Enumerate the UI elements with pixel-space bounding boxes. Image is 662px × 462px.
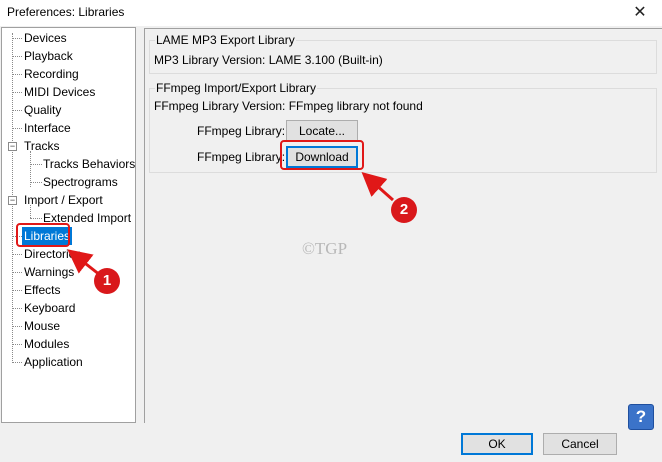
tree-line — [12, 92, 22, 93]
tree-line — [12, 272, 22, 273]
lame-group-title: LAME MP3 Export Library — [155, 33, 296, 47]
collapse-icon[interactable]: − — [8, 142, 17, 151]
tree-line — [12, 344, 22, 345]
tree-line — [12, 326, 22, 327]
ffmpeg-version-text: FFmpeg Library Version: FFmpeg library n… — [154, 99, 423, 113]
close-icon[interactable]: ✕ — [630, 2, 650, 22]
tree-item-keyboard[interactable]: Keyboard — [22, 299, 77, 317]
tree-item-quality[interactable]: Quality — [22, 101, 63, 119]
tree-item-tracks-behaviors[interactable]: Tracks Behaviors — [41, 155, 137, 173]
tree-item-modules[interactable]: Modules — [22, 335, 71, 353]
callout-badge-2: 2 — [391, 197, 417, 223]
ok-button[interactable]: OK — [461, 433, 533, 455]
download-highlight — [280, 140, 364, 170]
window-title: Preferences: Libraries — [7, 5, 125, 19]
cancel-button[interactable]: Cancel — [543, 433, 617, 455]
tree-line — [12, 290, 22, 291]
tree-item-effects[interactable]: Effects — [22, 281, 62, 299]
tree-item-recording[interactable]: Recording — [22, 65, 81, 83]
locate-button[interactable]: Locate... — [286, 120, 358, 142]
tree-line — [12, 362, 22, 363]
tree-item-directories[interactable]: Directories — [22, 245, 83, 263]
libraries-highlight — [16, 223, 70, 247]
tree-line — [12, 254, 22, 255]
tree-line — [12, 74, 22, 75]
tree-item-warnings[interactable]: Warnings — [22, 263, 76, 281]
libraries-settings-panel: LAME MP3 Export Library MP3 Library Vers… — [144, 28, 662, 423]
watermark: ©TGP — [302, 239, 348, 258]
tree-line — [12, 308, 22, 309]
tree-item-devices[interactable]: Devices — [22, 29, 69, 47]
tree-line — [12, 56, 22, 57]
tree-line — [12, 128, 22, 129]
lame-version-text: MP3 Library Version: LAME 3.100 (Built-i… — [154, 53, 383, 67]
tree-item-spectrograms[interactable]: Spectrograms — [41, 173, 120, 191]
tree-line — [12, 38, 22, 39]
dialog-client-area: − − Devices Playback Recording MIDI Devi… — [0, 26, 662, 462]
tree-item-playback[interactable]: Playback — [22, 47, 75, 65]
collapse-icon[interactable]: − — [8, 196, 17, 205]
tree-item-interface[interactable]: Interface — [22, 119, 73, 137]
tree-item-mouse[interactable]: Mouse — [22, 317, 62, 335]
help-icon[interactable]: ? — [628, 404, 654, 430]
ffmpeg-download-label: FFmpeg Library: — [197, 150, 286, 164]
tree-item-midi-devices[interactable]: MIDI Devices — [22, 83, 97, 101]
tree-line — [12, 110, 22, 111]
tree-item-tracks[interactable]: Tracks — [22, 137, 62, 155]
ffmpeg-locate-label: FFmpeg Library: — [197, 124, 286, 138]
tree-item-import-export[interactable]: Import / Export — [22, 191, 105, 209]
callout-badge-1: 1 — [94, 268, 120, 294]
ffmpeg-group-title: FFmpeg Import/Export Library — [155, 81, 318, 95]
title-bar: Preferences: Libraries ✕ — [0, 0, 662, 26]
tree-item-application[interactable]: Application — [22, 353, 85, 371]
